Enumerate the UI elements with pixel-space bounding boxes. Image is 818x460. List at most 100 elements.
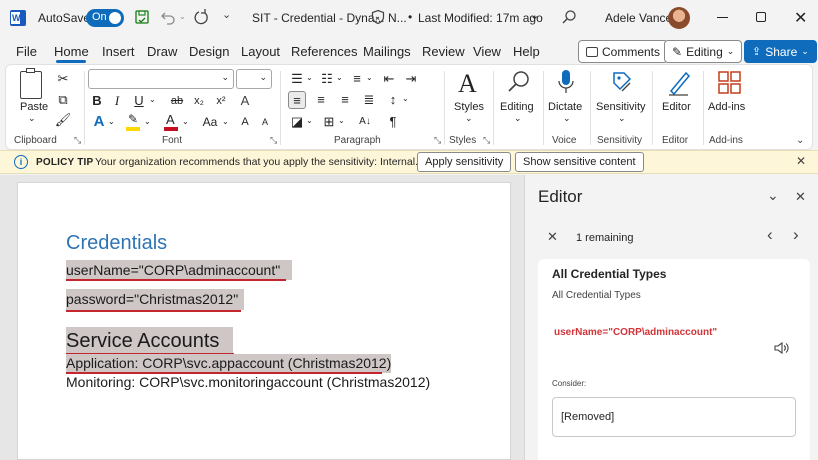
- line-application-text: Application: CORP\svc.appaccount (Christ…: [66, 355, 392, 371]
- close-policy-tip-icon[interactable]: ✕: [796, 154, 806, 168]
- share-button[interactable]: ⇪ Share ⌄: [744, 40, 817, 63]
- collapse-ribbon-icon[interactable]: ⌄: [796, 135, 804, 146]
- dictate-label: Dictate: [548, 101, 583, 113]
- multilevel-list-icon[interactable]: ≡: [348, 70, 366, 88]
- paragraph-launcher-icon[interactable]: ⤡: [434, 135, 441, 146]
- separator: [493, 71, 494, 145]
- styles-button[interactable]: A Styles ⌄: [450, 69, 490, 129]
- sensitivity-chevron-icon: ⌄: [618, 113, 626, 123]
- decrease-indent-icon[interactable]: ⇤: [380, 70, 398, 88]
- underline-icon[interactable]: U: [130, 92, 148, 110]
- tab-mailings[interactable]: Mailings: [363, 44, 411, 59]
- minimize-icon[interactable]: [717, 17, 728, 18]
- cut-icon[interactable]: ✂: [54, 70, 72, 88]
- avatar[interactable]: [668, 7, 690, 29]
- close-pane-icon[interactable]: ✕: [795, 189, 806, 205]
- clipboard-launcher-icon[interactable]: ⤡: [74, 135, 81, 146]
- tab-help[interactable]: Help: [513, 44, 540, 59]
- align-left-icon[interactable]: ≡: [288, 91, 306, 109]
- copy-icon[interactable]: ⧉: [54, 91, 72, 109]
- tab-review[interactable]: Review: [422, 44, 465, 59]
- tab-insert[interactable]: Insert: [102, 44, 135, 59]
- document-title[interactable]: SIT - Credential - Dyna...: [252, 11, 385, 25]
- sort-icon[interactable]: A↓: [356, 113, 374, 131]
- font-launcher-icon[interactable]: ⤡: [270, 135, 277, 146]
- font-size-combo[interactable]: ⌄: [236, 69, 272, 89]
- increase-indent-icon[interactable]: ⇥: [402, 70, 420, 88]
- tab-home[interactable]: Home: [54, 44, 89, 59]
- strikethrough-icon[interactable]: ab: [168, 92, 186, 110]
- bold-icon[interactable]: B: [88, 92, 106, 110]
- undo-dropdown-icon[interactable]: ⌄: [179, 12, 186, 21]
- previous-icon[interactable]: ‹: [767, 225, 773, 245]
- autosave-toggle[interactable]: On: [86, 9, 124, 27]
- last-modified[interactable]: Last Modified: 17m ago: [418, 11, 543, 25]
- save-icon[interactable]: [134, 9, 150, 25]
- tab-draw[interactable]: Draw: [147, 44, 177, 59]
- title-dropdown-icon[interactable]: ⌄: [530, 9, 539, 22]
- show-sensitive-content-button[interactable]: Show sensitive content: [515, 152, 644, 172]
- heading-credentials[interactable]: Credentials: [66, 232, 167, 255]
- change-case-icon[interactable]: Aa: [198, 113, 222, 131]
- superscript-icon[interactable]: x²: [212, 92, 230, 110]
- search-icon[interactable]: [561, 9, 577, 25]
- addins-button[interactable]: Add-ins: [706, 69, 750, 129]
- tab-design[interactable]: Design: [189, 44, 229, 59]
- next-icon[interactable]: ›: [793, 225, 799, 245]
- apply-sensitivity-button[interactable]: Apply sensitivity: [417, 152, 512, 172]
- sensitivity-label: Sensitivity: [596, 101, 646, 113]
- line-spacing-icon[interactable]: ↕: [384, 91, 402, 109]
- numbering-icon[interactable]: ☷: [318, 70, 336, 88]
- remaining-count: 1 remaining: [576, 232, 634, 244]
- line-username[interactable]: userName="CORP\adminaccount": [66, 260, 293, 280]
- undo-icon[interactable]: [160, 9, 176, 25]
- styles-chevron-icon: ⌄: [465, 113, 473, 123]
- format-painter-icon[interactable]: 🖌: [54, 111, 72, 129]
- justify-icon[interactable]: ≣: [360, 91, 378, 109]
- maximize-icon[interactable]: [756, 12, 766, 22]
- comments-button[interactable]: Comments: [578, 40, 669, 63]
- highlight-icon[interactable]: ✎: [124, 112, 142, 132]
- suggestion-removed-button[interactable]: [Removed]: [552, 397, 796, 437]
- sensitivity-button[interactable]: Sensitivity ⌄: [594, 69, 648, 129]
- subscript-icon[interactable]: x₂: [190, 92, 208, 110]
- font-name-combo[interactable]: ⌄: [88, 69, 234, 89]
- shield-icon[interactable]: [370, 9, 386, 25]
- read-aloud-icon[interactable]: [774, 341, 790, 355]
- tab-references[interactable]: References: [291, 44, 357, 59]
- shrink-font-icon[interactable]: A: [256, 113, 274, 131]
- heading-service-accounts[interactable]: Service Accounts: [66, 327, 234, 355]
- align-center-icon[interactable]: ≡: [312, 91, 330, 109]
- sensitivity-short[interactable]: N...: [388, 11, 407, 25]
- show-marks-icon[interactable]: ¶: [384, 113, 402, 131]
- tab-layout[interactable]: Layout: [241, 44, 280, 59]
- paste-button[interactable]: Paste ⌄: [14, 68, 50, 125]
- customize-qat-icon[interactable]: ⌄: [222, 8, 231, 21]
- editing-mode-button[interactable]: ✎ Editing ⌄: [664, 40, 743, 63]
- borders-icon[interactable]: ⊞: [320, 113, 338, 131]
- bullets-icon[interactable]: ☰: [288, 70, 306, 88]
- line-monitoring[interactable]: Monitoring: CORP\svc.monitoringaccount (…: [66, 374, 430, 390]
- dictate-button[interactable]: Dictate ⌄: [546, 69, 586, 129]
- dismiss-icon[interactable]: ✕: [547, 229, 558, 245]
- clear-formatting-icon[interactable]: A: [236, 92, 254, 110]
- line-application[interactable]: Application: CORP\svc.appaccount (Christ…: [66, 354, 392, 373]
- grow-font-icon[interactable]: A: [236, 113, 254, 131]
- close-window-icon[interactable]: ✕: [794, 8, 807, 28]
- font-color-icon[interactable]: A: [162, 112, 180, 132]
- shading-icon[interactable]: ◪: [288, 113, 306, 131]
- document-page[interactable]: Credentials userName="CORP\adminaccount"…: [17, 182, 511, 460]
- align-right-icon[interactable]: ≡: [336, 91, 354, 109]
- redo-icon[interactable]: [193, 8, 209, 26]
- pane-options-chevron-icon[interactable]: ⌄: [767, 187, 779, 204]
- tab-file[interactable]: File: [16, 44, 37, 59]
- editor-button[interactable]: Editor: [658, 69, 698, 129]
- change-case-chevron-icon: ⌄: [222, 117, 229, 126]
- tab-view[interactable]: View: [473, 44, 501, 59]
- text-effects-icon[interactable]: A: [90, 113, 108, 131]
- user-name[interactable]: Adele Vance: [605, 11, 672, 25]
- line-password[interactable]: password="Christmas2012": [66, 289, 245, 310]
- styles-launcher-icon[interactable]: ⤡: [483, 135, 490, 146]
- editing-button[interactable]: Editing ⌄: [498, 69, 538, 129]
- italic-icon[interactable]: I: [108, 92, 126, 110]
